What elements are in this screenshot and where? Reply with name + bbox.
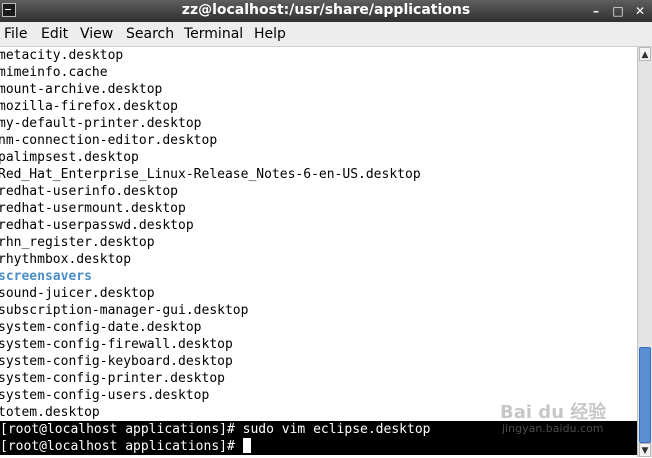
menu-edit[interactable]: Edit <box>41 26 68 42</box>
scroll-up-arrow-icon[interactable]: ▲ <box>639 47 651 61</box>
terminal-line: palimpsest.desktop <box>0 150 139 165</box>
menu-search[interactable]: Search <box>126 26 174 42</box>
terminal-line: Red_Hat_Enterprise_Linux-Release_Notes-6… <box>0 167 421 182</box>
terminal-line: metacity.desktop <box>0 48 124 63</box>
terminal-line: system-config-users.desktop <box>0 388 210 403</box>
terminal-line: rhn_register.desktop <box>0 235 155 250</box>
window-title: zz@localhost:/usr/share/applications <box>181 2 471 18</box>
prompt-text: [root@localhost applications]# <box>0 439 243 454</box>
menu-file[interactable]: File <box>4 26 27 42</box>
terminal-line: system-config-keyboard.desktop <box>0 354 233 369</box>
terminal-line: system-config-date.desktop <box>0 320 202 335</box>
terminal-line: subscription-manager-gui.desktop <box>0 303 249 318</box>
terminal-command-line: [root@localhost applications]# sudo vim … <box>0 421 637 438</box>
minimize-icon[interactable]: – <box>588 3 604 19</box>
terminal-line: totem.desktop <box>0 405 100 420</box>
terminal-line: redhat-userpasswd.desktop <box>0 218 194 233</box>
terminal-line: mount-archive.desktop <box>0 82 163 97</box>
terminal-prompt-line[interactable]: [root@localhost applications]# <box>0 438 637 455</box>
terminal-window: zz@localhost:/usr/share/applications – □… <box>0 0 652 457</box>
close-icon[interactable]: ✕ <box>632 3 648 19</box>
menu-help[interactable]: Help <box>254 26 286 42</box>
terminal-line: my-default-printer.desktop <box>0 116 202 131</box>
terminal-line: sound-juicer.desktop <box>0 286 155 301</box>
menu-bar: File Edit View Search Terminal Help <box>0 22 652 47</box>
text-cursor <box>242 438 251 453</box>
terminal-line: redhat-usermount.desktop <box>0 201 186 216</box>
terminal-line: mimeinfo.cache <box>0 65 108 80</box>
menu-terminal[interactable]: Terminal <box>184 26 243 42</box>
terminal-line: mozilla-firefox.desktop <box>0 99 179 114</box>
terminal-line: rhythmbox.desktop <box>0 252 132 267</box>
scroll-down-arrow-icon[interactable]: ▼ <box>639 443 651 457</box>
terminal-line-directory: screensavers <box>0 269 92 284</box>
title-bar[interactable]: zz@localhost:/usr/share/applications – □… <box>0 0 652 22</box>
vertical-scrollbar[interactable]: ▲ ▼ <box>637 47 652 457</box>
terminal-line: system-config-firewall.desktop <box>0 337 233 352</box>
terminal-output[interactable]: metacity.desktop mimeinfo.cache mount-ar… <box>0 47 637 457</box>
maximize-icon[interactable]: □ <box>610 3 626 19</box>
menu-view[interactable]: View <box>80 26 113 42</box>
scrollbar-thumb[interactable] <box>639 347 651 443</box>
terminal-line: redhat-userinfo.desktop <box>0 184 179 199</box>
terminal-line: nm-connection-editor.desktop <box>0 133 218 148</box>
terminal-line: system-config-printer.desktop <box>0 371 225 386</box>
